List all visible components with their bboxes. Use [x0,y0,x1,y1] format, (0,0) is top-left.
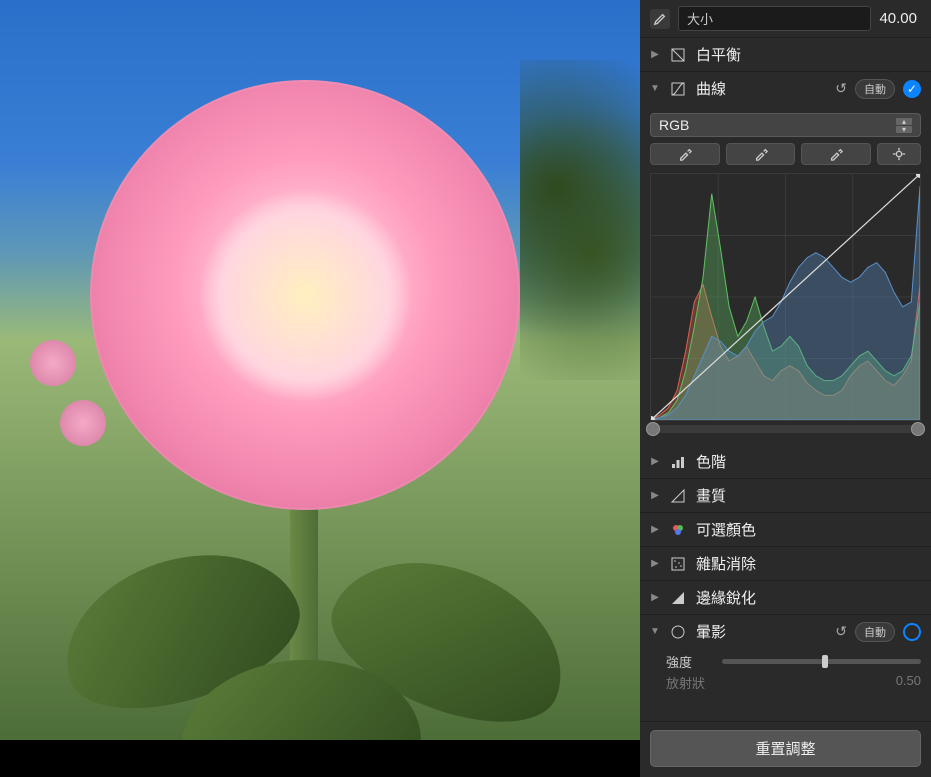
chevron-right-icon: ▶ [650,50,660,60]
section-vignette[interactable]: ▼ 暈影 ↺ 自動 [640,615,931,648]
definition-icon [668,488,688,504]
black-point-knob[interactable] [646,422,660,436]
section-noise[interactable]: ▶ 雜點消除 [640,547,931,581]
vignette-radius-row: 放射狀 0.50 [640,673,931,698]
chevron-down-icon: ▼ [650,627,660,637]
noise-label: 雜點消除 [696,553,921,574]
white-balance-icon [668,45,688,65]
definition-label: 畫質 [696,485,921,506]
section-definition[interactable]: ▶ 畫質 [640,479,931,513]
sharpen-label: 邊緣銳化 [696,587,921,608]
vignette-radius-label: 放射狀 [666,673,705,692]
section-white-balance[interactable]: ▶ 白平衡 [640,38,931,72]
chevron-right-icon: ▶ [650,525,660,535]
vignette-intensity-row: 強度 [640,648,931,673]
slider-thumb[interactable] [822,655,828,668]
levels-label: 色階 [696,451,921,472]
vignette-radius-value: 0.50 [896,673,921,692]
vignette-icon [668,624,688,640]
reset-adjustments-button[interactable]: 重置調整 [650,730,921,767]
panel-footer: 重置調整 [640,721,931,777]
levels-icon [668,454,688,470]
chevron-down-icon: ▼ [650,84,660,94]
curves-channel-select[interactable]: RGB ▴▾ [650,113,921,137]
chevron-right-icon: ▶ [650,491,660,501]
brush-size-label: 大小 [678,6,871,31]
vignette-intensity-slider[interactable] [722,659,921,664]
curves-label: 曲線 [696,78,827,99]
curves-reset-icon[interactable]: ↺ [835,80,847,97]
curves-histogram[interactable] [650,173,921,421]
vignette-intensity-label: 強度 [666,652,714,671]
chevron-right-icon: ▶ [650,457,660,467]
brush-size-row: 大小 40.00 [640,0,931,38]
brush-icon[interactable] [650,9,670,29]
curves-icon [668,79,688,99]
curves-channel-value: RGB [659,117,689,133]
adjustments-panel: 大小 40.00 ▶ 白平衡 ▼ 曲線 ↺ 自動 ✓ RGB ▴▾ [640,0,931,777]
brush-size-value[interactable]: 40.00 [879,10,921,27]
sharpen-icon [668,590,688,606]
image-viewer[interactable] [0,0,640,777]
eyedropper-white-button[interactable] [801,143,871,165]
add-point-button[interactable] [877,143,921,165]
curves-range-slider[interactable] [650,425,921,433]
chevron-right-icon: ▶ [650,593,660,603]
section-sharpen[interactable]: ▶ 邊緣銳化 [640,581,931,615]
section-levels[interactable]: ▶ 色階 [640,445,931,479]
vignette-reset-icon[interactable]: ↺ [835,623,847,640]
photo-canvas [0,0,640,740]
eyedropper-gray-button[interactable] [726,143,796,165]
noise-icon [668,556,688,572]
vignette-enabled-toggle[interactable] [903,623,921,641]
curves-auto-button[interactable]: 自動 [855,79,895,99]
selective-color-label: 可選顏色 [696,519,921,540]
vignette-label: 暈影 [696,621,827,642]
vignette-auto-button[interactable]: 自動 [855,622,895,642]
curves-enabled-toggle[interactable]: ✓ [903,80,921,98]
section-selective-color[interactable]: ▶ 可選顏色 [640,513,931,547]
white-balance-label: 白平衡 [696,44,921,65]
white-point-knob[interactable] [911,422,925,436]
stepper-icon: ▴▾ [896,118,912,133]
eyedropper-black-button[interactable] [650,143,720,165]
curves-eyedropper-row [640,143,931,173]
selective-color-icon [668,522,688,538]
section-curves[interactable]: ▼ 曲線 ↺ 自動 ✓ [640,72,931,105]
chevron-right-icon: ▶ [650,559,660,569]
